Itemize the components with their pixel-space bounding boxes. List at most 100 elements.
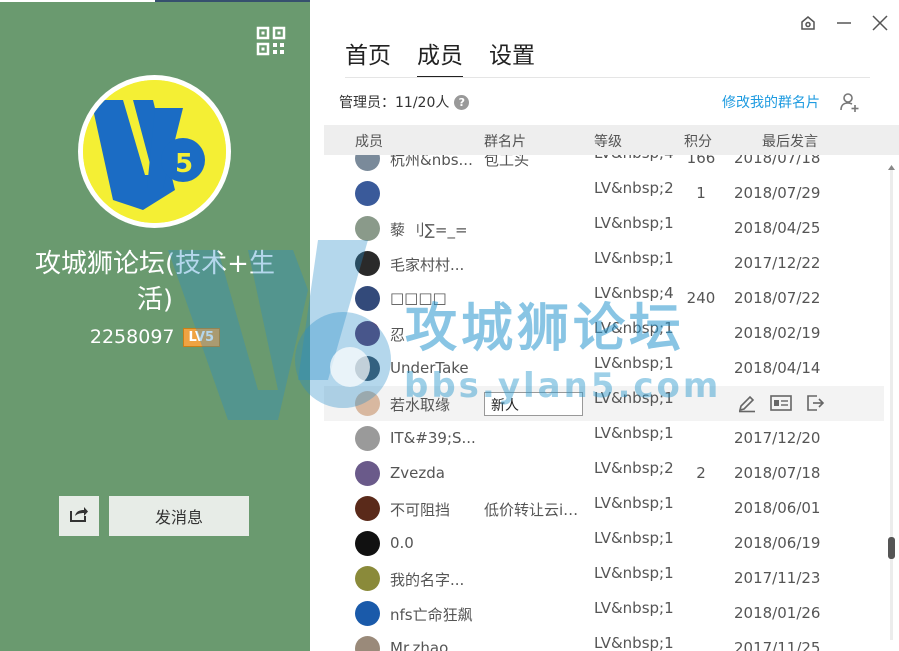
column-member[interactable]: 成员 (355, 131, 383, 151)
member-avatar[interactable] (355, 286, 380, 311)
share-button[interactable] (59, 496, 99, 536)
group-level-badge: LV5 (182, 327, 221, 347)
member-level: LV&nbsp;1 (594, 424, 674, 442)
member-avatar[interactable] (355, 216, 380, 241)
member-last-speak: 2017/12/22 (734, 254, 821, 272)
member-last-speak: 2018/06/19 (734, 534, 821, 552)
remove-member-icon[interactable] (804, 392, 826, 414)
table-row[interactable]: 不可阻挡 低价转让云ie... LV&nbsp;1 2018/06/01 (324, 491, 884, 526)
scrollbar[interactable] (884, 155, 899, 651)
table-row[interactable]: IT&#39;S... LV&nbsp;1 2017/12/20 (324, 421, 884, 456)
column-level[interactable]: 等级 (594, 131, 622, 151)
member-avatar[interactable] (355, 391, 380, 416)
edit-icon[interactable] (736, 392, 758, 414)
member-avatar[interactable] (355, 251, 380, 276)
help-icon[interactable]: ? (454, 94, 470, 110)
member-table-header: 成员 群名片 等级 积分 最后发言 (324, 125, 899, 155)
scroll-track[interactable] (890, 170, 893, 640)
member-last-speak: 2017/12/20 (734, 429, 821, 447)
column-group-card[interactable]: 群名片 (484, 131, 526, 151)
member-nickname[interactable]: 不可阻挡 (390, 499, 480, 520)
profile-card-icon[interactable] (770, 392, 792, 414)
member-level: LV&nbsp;1 (594, 564, 674, 582)
member-avatar[interactable] (355, 155, 380, 171)
member-group-card: 低价转让云ie... (484, 501, 584, 519)
tab-members[interactable]: 成员 (417, 36, 463, 78)
group-id-row: 2258097 LV5 (0, 326, 310, 348)
member-avatar[interactable] (355, 496, 380, 521)
group-avatar[interactable]: 5 (83, 80, 226, 223)
group-profile-panel: 5 攻城狮论坛(技术+生活) 2258097 LV5 发消息 (0, 0, 310, 651)
admin-count: 管理员：11/20人 (339, 95, 450, 111)
scroll-thumb[interactable] (888, 537, 895, 559)
table-row[interactable]: LV&nbsp;2 1 2018/07/29 (324, 176, 884, 211)
close-icon[interactable] (869, 12, 891, 34)
table-row[interactable]: nfs亡命狂飙 LV&nbsp;1 2018/01/26 (324, 596, 884, 631)
table-row[interactable]: Zvezda LV&nbsp;2 2 2018/07/18 (324, 456, 884, 491)
member-level: LV&nbsp;1 (594, 634, 674, 651)
watermark-url: bbs.ylan5.com (404, 366, 722, 406)
member-nickname[interactable]: 杭州&nbs... (390, 155, 480, 170)
member-nickname[interactable]: 0.0 (390, 534, 480, 552)
member-avatar[interactable] (355, 321, 380, 346)
member-avatar[interactable] (355, 566, 380, 591)
group-id: 2258097 (89, 326, 175, 348)
member-avatar[interactable] (355, 531, 380, 556)
member-nickname[interactable]: 藜 刂∑=_= (390, 219, 480, 240)
send-message-button[interactable]: 发消息 (109, 496, 249, 536)
table-row[interactable]: 杭州&nbs... 包工头 LV&nbsp;4 166 2018/07/18 (324, 155, 884, 176)
tab-settings[interactable]: 设置 (489, 36, 535, 78)
member-points: 2 (696, 464, 706, 482)
member-avatar[interactable] (355, 636, 380, 651)
member-last-speak: 2018/02/19 (734, 324, 821, 342)
member-group-card: 包工头 (484, 155, 530, 169)
table-row[interactable]: 我的名字... LV&nbsp;1 2017/11/23 (324, 561, 884, 596)
modify-group-card-link[interactable]: 修改我的群名片 (722, 92, 820, 112)
member-nickname[interactable]: 毛家村村... (390, 254, 480, 275)
member-last-speak: 2018/07/18 (734, 464, 821, 482)
member-points: 240 (686, 289, 716, 307)
add-member-icon[interactable] (839, 91, 861, 113)
member-level: LV&nbsp;2 (594, 179, 674, 197)
tab-home[interactable]: 首页 (345, 36, 391, 78)
table-row[interactable]: 0.0 LV&nbsp;1 2018/06/19 (324, 526, 884, 561)
member-level: LV&nbsp;4 (594, 155, 679, 162)
member-level: LV&nbsp;1 (594, 214, 674, 232)
watermark-title: 攻城狮论坛 (405, 299, 686, 359)
window-controls (797, 12, 891, 34)
column-points[interactable]: 积分 (684, 131, 712, 151)
table-row[interactable]: Mr.zhao LV&nbsp;1 2017/11/25 (324, 631, 884, 651)
member-last-speak: 2018/07/18 (734, 155, 821, 167)
settings-icon[interactable] (797, 12, 819, 34)
scroll-up-icon[interactable] (887, 157, 896, 170)
qr-code-icon[interactable] (256, 26, 286, 56)
tab-divider (345, 77, 870, 78)
column-last-speak[interactable]: 最后发言 (762, 131, 818, 151)
member-last-speak: 2018/07/29 (734, 184, 821, 202)
admin-count-row: 管理员：11/20人 ? (339, 92, 470, 112)
member-avatar[interactable] (355, 181, 380, 206)
top-border-accent (155, 0, 310, 2)
svg-text:5: 5 (175, 149, 193, 179)
member-level: LV&nbsp;1 (594, 249, 674, 267)
member-level: LV&nbsp;1 (594, 529, 674, 547)
member-avatar[interactable] (355, 426, 380, 451)
member-avatar[interactable] (355, 356, 380, 381)
group-tabs: 首页 成员 设置 (345, 36, 535, 78)
member-nickname[interactable]: 我的名字... (390, 569, 480, 590)
table-row[interactable]: 毛家村村... LV&nbsp;1 2017/12/22 (324, 246, 884, 281)
member-nickname[interactable]: nfs亡命狂飙 (390, 604, 480, 625)
table-row[interactable]: 藜 刂∑=_= LV&nbsp;1 2018/04/25 (324, 211, 884, 246)
share-icon (69, 505, 89, 527)
member-avatar[interactable] (355, 461, 380, 486)
member-last-speak: 2018/04/25 (734, 219, 821, 237)
member-points: 1 (696, 184, 706, 202)
member-avatar[interactable] (355, 601, 380, 626)
member-level: LV&nbsp;1 (594, 494, 674, 512)
member-last-speak: 2017/11/23 (734, 569, 821, 587)
member-nickname[interactable]: Mr.zhao (390, 639, 480, 651)
member-last-speak: 2018/07/22 (734, 289, 821, 307)
minimize-icon[interactable] (833, 12, 855, 34)
member-nickname[interactable]: IT&#39;S... (390, 429, 480, 447)
member-nickname[interactable]: Zvezda (390, 464, 480, 482)
